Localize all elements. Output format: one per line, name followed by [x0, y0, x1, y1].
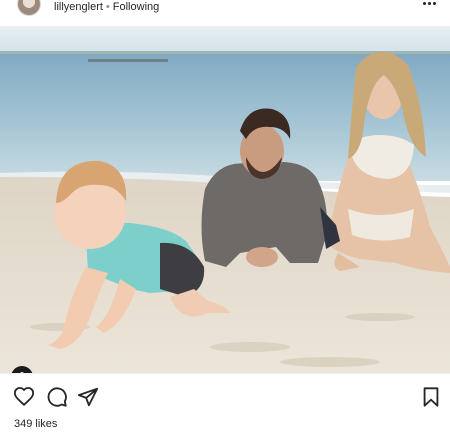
beach-photo: [0, 27, 450, 373]
more-dot: [433, 2, 436, 5]
post-photo[interactable]: [0, 26, 450, 374]
separator-dot: •: [105, 1, 110, 13]
heart-icon-glyph: [13, 387, 35, 407]
share-icon-glyph: [77, 387, 99, 407]
more-options-icon[interactable]: [423, 2, 437, 6]
bookmark-icon-glyph: [423, 387, 439, 407]
profile-avatar[interactable]: [17, 0, 41, 16]
instagram-post: lillyenglert • Following 349 likes: [0, 0, 450, 446]
more-dot: [423, 2, 426, 5]
post-header: lillyenglert • Following: [0, 0, 450, 26]
comment-icon[interactable]: [46, 386, 68, 408]
likes-count[interactable]: 349 likes: [14, 418, 57, 430]
heart-icon[interactable]: [13, 386, 35, 408]
more-dot: [428, 2, 431, 5]
dock: [88, 59, 168, 62]
user-tag-glyph: [20, 372, 24, 373]
share-icon[interactable]: [77, 386, 99, 408]
username-link[interactable]: lillyenglert: [54, 1, 103, 13]
header-text: lillyenglert • Following: [54, 0, 159, 14]
post-actions: [0, 380, 450, 408]
bookmark-icon[interactable]: [420, 386, 442, 408]
sky: [0, 27, 450, 53]
comment-icon-glyph: [47, 387, 67, 407]
following-button[interactable]: Following: [113, 1, 159, 13]
